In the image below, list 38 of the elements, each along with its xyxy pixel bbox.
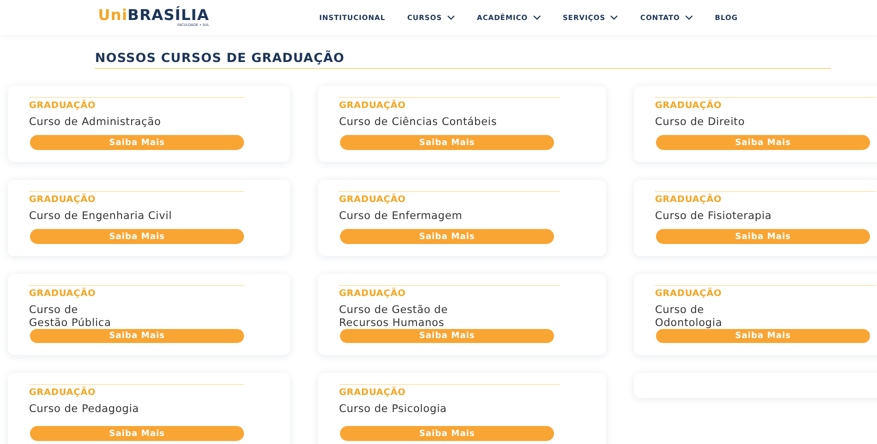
saiba-mais-button[interactable]: Saiba Mais — [30, 426, 244, 441]
category-label: GRADUAÇÃO — [339, 285, 560, 299]
saiba-mais-button[interactable]: Saiba Mais — [340, 229, 554, 244]
course-title: Curso de Fisioterapia — [655, 210, 773, 223]
course-title: Curso de Gestão Pública — [29, 304, 112, 330]
saiba-mais-button[interactable]: Saiba Mais — [340, 329, 554, 343]
course-title: Curso de Enfermagem — [339, 210, 464, 223]
category-label: GRADUAÇÃO — [655, 191, 876, 205]
course-title: Curso de Pedagogia — [29, 403, 140, 416]
caret-icon — [610, 15, 618, 20]
course-title: Curso de Psicologia — [339, 403, 448, 416]
saiba-mais-button[interactable]: Saiba Mais — [656, 135, 870, 150]
section-title: NOSSOS CURSOS DE GRADUAÇÃO — [95, 50, 831, 69]
course-title: Curso de Odontologia — [655, 304, 724, 330]
category-label: GRADUAÇÃO — [29, 191, 244, 205]
course-title: Curso de Engenharia Civil — [29, 210, 173, 223]
category-label: GRADUAÇÃO — [339, 384, 560, 398]
category-label: GRADUAÇÃO — [29, 384, 244, 398]
saiba-mais-button[interactable]: Saiba Mais — [30, 135, 244, 150]
caret-icon — [532, 15, 541, 20]
course-title: Curso de Administração — [29, 116, 162, 129]
category-label: GRADUAÇÃO — [339, 191, 560, 205]
saiba-mais-button[interactable]: Saiba Mais — [340, 426, 554, 441]
caret-icon — [684, 15, 693, 20]
saiba-mais-button[interactable]: Saiba Mais — [30, 329, 244, 343]
caret-icon — [446, 15, 455, 20]
course-title: Curso de Gestão de Recursos Humanos — [339, 304, 449, 330]
category-label: GRADUAÇÃO — [29, 285, 244, 299]
saiba-mais-button[interactable]: Saiba Mais — [30, 229, 244, 244]
saiba-mais-button[interactable]: Saiba Mais — [340, 135, 554, 150]
category-label: GRADUAÇÃO — [655, 285, 876, 299]
course-title: Curso de Direito — [655, 116, 746, 129]
category-label: GRADUAÇÃO — [655, 97, 876, 111]
category-label: GRADUAÇÃO — [29, 97, 244, 111]
saiba-mais-button[interactable]: Saiba Mais — [656, 229, 870, 244]
category-label: GRADUAÇÃO — [339, 97, 560, 111]
course-title: Curso de Ciências Contábeis — [339, 116, 498, 129]
saiba-mais-button[interactable]: Saiba Mais — [656, 329, 870, 343]
